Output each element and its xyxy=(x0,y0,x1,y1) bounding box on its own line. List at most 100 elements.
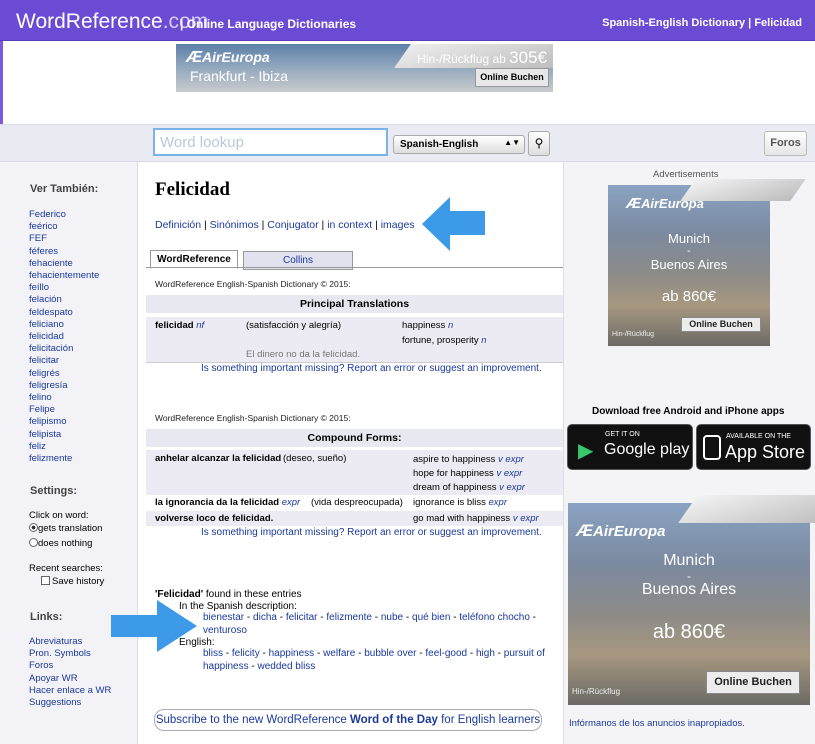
spanish-entry-link[interactable]: qué bien xyxy=(412,612,450,623)
dictionary-heading: WordReference English-Spanish Dictionary… xyxy=(155,413,351,423)
entry-translation[interactable]: aspire to happiness v expr xyxy=(413,454,524,465)
entry-translation[interactable]: fortune, prosperity n xyxy=(402,335,487,346)
see-also-link[interactable]: felicitar xyxy=(29,355,99,367)
entry-term[interactable]: volverse loco de felicidad. xyxy=(155,513,273,524)
see-also-link[interactable]: feligrés xyxy=(29,368,99,380)
report-error-link[interactable]: Is something important missing? Report a… xyxy=(201,527,542,538)
radio-gets-translation[interactable]: gets translation xyxy=(29,523,102,534)
see-also-link[interactable]: feliz xyxy=(29,441,99,453)
sidebar-link[interactable]: Pron. Symbols xyxy=(29,648,111,660)
click-on-word-label: Click on word: xyxy=(29,510,89,521)
language-select[interactable]: Spanish-English ▲▼ xyxy=(393,135,525,154)
report-error-link[interactable]: Is something important missing? Report a… xyxy=(201,363,542,374)
ad-book-button[interactable]: Online Buchen xyxy=(475,68,549,87)
app-store-button[interactable]: AVAILABLE ON THE App Store xyxy=(696,424,811,470)
google-small-text: GET IT ON xyxy=(605,431,640,438)
english-entry-link[interactable]: bubble over xyxy=(364,648,416,659)
see-also-link[interactable]: féferes xyxy=(29,246,99,258)
see-also-link[interactable]: felipismo xyxy=(29,416,99,428)
save-history-option[interactable]: Save history xyxy=(41,576,104,587)
spanish-entry-link[interactable]: bienestar xyxy=(203,612,244,623)
found-text: found in these entries xyxy=(205,589,302,600)
entry-translation[interactable]: ignorance is bliss expr xyxy=(413,497,507,508)
see-also-link[interactable]: feérico xyxy=(29,221,99,233)
spanish-entry-link[interactable]: felicitar xyxy=(286,612,318,623)
sidebar-link[interactable]: Hacer enlace a WR xyxy=(29,685,111,697)
sidebar-link[interactable]: Foros xyxy=(29,660,111,672)
entry-term[interactable]: la ignorancia da la felicidad expr xyxy=(155,497,300,508)
google-play-button[interactable]: ▶ GET IT ON Google play xyxy=(567,424,693,470)
separator: - xyxy=(244,612,254,623)
english-entry-link[interactable]: welfare xyxy=(323,648,355,659)
see-also-link[interactable]: felino xyxy=(29,392,99,404)
sidebar-link[interactable]: Suggestions xyxy=(29,697,111,709)
top-ad-banner[interactable]: ÆAirEuropa Frankfurt - Ibiza Hin-/Rückfl… xyxy=(176,44,553,92)
spanish-entry-link[interactable]: dicha xyxy=(253,612,277,623)
separator: - xyxy=(467,648,476,659)
entry-term[interactable]: anhelar alcanzar la felicidad xyxy=(155,453,281,464)
word-nav-link[interactable]: Sinónimos xyxy=(210,219,259,231)
found-word: 'Felicidad' xyxy=(155,589,204,600)
ad-city: Munich xyxy=(663,552,715,569)
english-entry-link[interactable]: high xyxy=(476,648,495,659)
side-ad-banner[interactable]: ÆAirEuropa Munich - Buenos Aires ab 860€… xyxy=(568,495,815,705)
see-also-link[interactable]: feldespato xyxy=(29,307,99,319)
entry-translation[interactable]: go mad with happiness v expr xyxy=(413,513,539,524)
see-also-link[interactable]: feligresía xyxy=(29,380,99,392)
word-nav-link[interactable]: in context xyxy=(327,219,372,231)
spanish-entry-link[interactable]: venturoso xyxy=(203,625,247,636)
table-row: volverse loco de felicidad. go mad with … xyxy=(146,511,563,526)
subscribe-link[interactable]: Subscribe to the new WordReference Word … xyxy=(154,709,542,731)
english-entry-link[interactable]: happiness xyxy=(269,648,315,659)
separator: - xyxy=(494,648,504,659)
ad-book-button[interactable]: Online Buchen xyxy=(681,317,761,332)
see-also-link[interactable]: feliciano xyxy=(29,319,99,331)
aireuropa-logo: ÆAirEuropa xyxy=(626,195,704,212)
spanish-entry-link[interactable]: felizmente xyxy=(326,612,372,623)
radio-does-nothing[interactable]: does nothing xyxy=(29,538,92,549)
word-nav-link[interactable]: Conjugator xyxy=(267,219,318,231)
word-nav-link[interactable]: images xyxy=(381,219,415,231)
checkbox-icon[interactable] xyxy=(41,576,50,585)
see-also-link[interactable]: FEF xyxy=(29,233,99,245)
english-entry-link[interactable]: bliss xyxy=(203,648,223,659)
see-also-link[interactable]: felicidad xyxy=(29,331,99,343)
spanish-entry-link[interactable]: teléfono chocho xyxy=(459,612,530,623)
see-also-link[interactable]: felipista xyxy=(29,429,99,441)
see-also-link[interactable]: fehacientemente xyxy=(29,270,99,282)
sidebar-link[interactable]: Apoyar WR xyxy=(29,673,111,685)
see-also-link[interactable]: Federico xyxy=(29,209,99,221)
see-also-link[interactable]: Felipe xyxy=(29,404,99,416)
english-entry-link[interactable]: felicity xyxy=(232,648,260,659)
entry-term[interactable]: felicidad nf xyxy=(155,320,204,331)
radio-checked-icon[interactable] xyxy=(29,523,38,532)
radio-unchecked-icon[interactable] xyxy=(29,538,38,547)
dictionary-heading: WordReference English-Spanish Dictionary… xyxy=(155,279,351,289)
entry-note: (satisfacción y alegría) xyxy=(246,320,342,331)
entry-translation[interactable]: dream of happiness v expr xyxy=(413,482,525,493)
arrow-tail-graphic xyxy=(449,211,485,235)
spanish-label: In the Spanish description: xyxy=(179,601,297,612)
english-entry-link[interactable]: feel-good xyxy=(425,648,467,659)
spanish-entry-link[interactable]: nube xyxy=(381,612,403,623)
site-subtitle: | Online Language Dictionaries xyxy=(180,17,357,31)
english-entry-link[interactable]: wedded bliss xyxy=(257,661,315,672)
see-also-link[interactable]: feíllo xyxy=(29,282,99,294)
search-input[interactable] xyxy=(153,128,388,156)
report-ads-link[interactable]: Infórmanos de los anuncios inapropiados. xyxy=(569,718,745,729)
entry-translation[interactable]: hope for happiness v expr xyxy=(413,468,522,479)
word-nav-link[interactable]: Definición xyxy=(155,219,201,231)
search-button[interactable]: ⚲ xyxy=(528,131,550,156)
separator: - xyxy=(314,648,324,659)
foros-button[interactable]: Foros xyxy=(764,131,807,156)
side-ad-banner[interactable]: ÆAirEuropa Munich - Buenos Aires ab 860€… xyxy=(608,179,806,346)
see-also-link[interactable]: felizmente xyxy=(29,453,99,465)
see-also-link[interactable]: felación xyxy=(29,294,99,306)
entry-translation[interactable]: happiness n xyxy=(402,320,453,331)
see-also-link[interactable]: felicitación xyxy=(29,343,99,355)
sidebar-link[interactable]: Abreviaturas xyxy=(29,636,111,648)
left-sidebar: Ver También: Federico feérico FEF féferes fe… xyxy=(0,162,138,744)
see-also-link[interactable]: fehaciente xyxy=(29,258,99,270)
ad-book-button[interactable]: Online Buchen xyxy=(706,671,800,694)
principal-translations-header: Principal Translations xyxy=(146,295,563,313)
